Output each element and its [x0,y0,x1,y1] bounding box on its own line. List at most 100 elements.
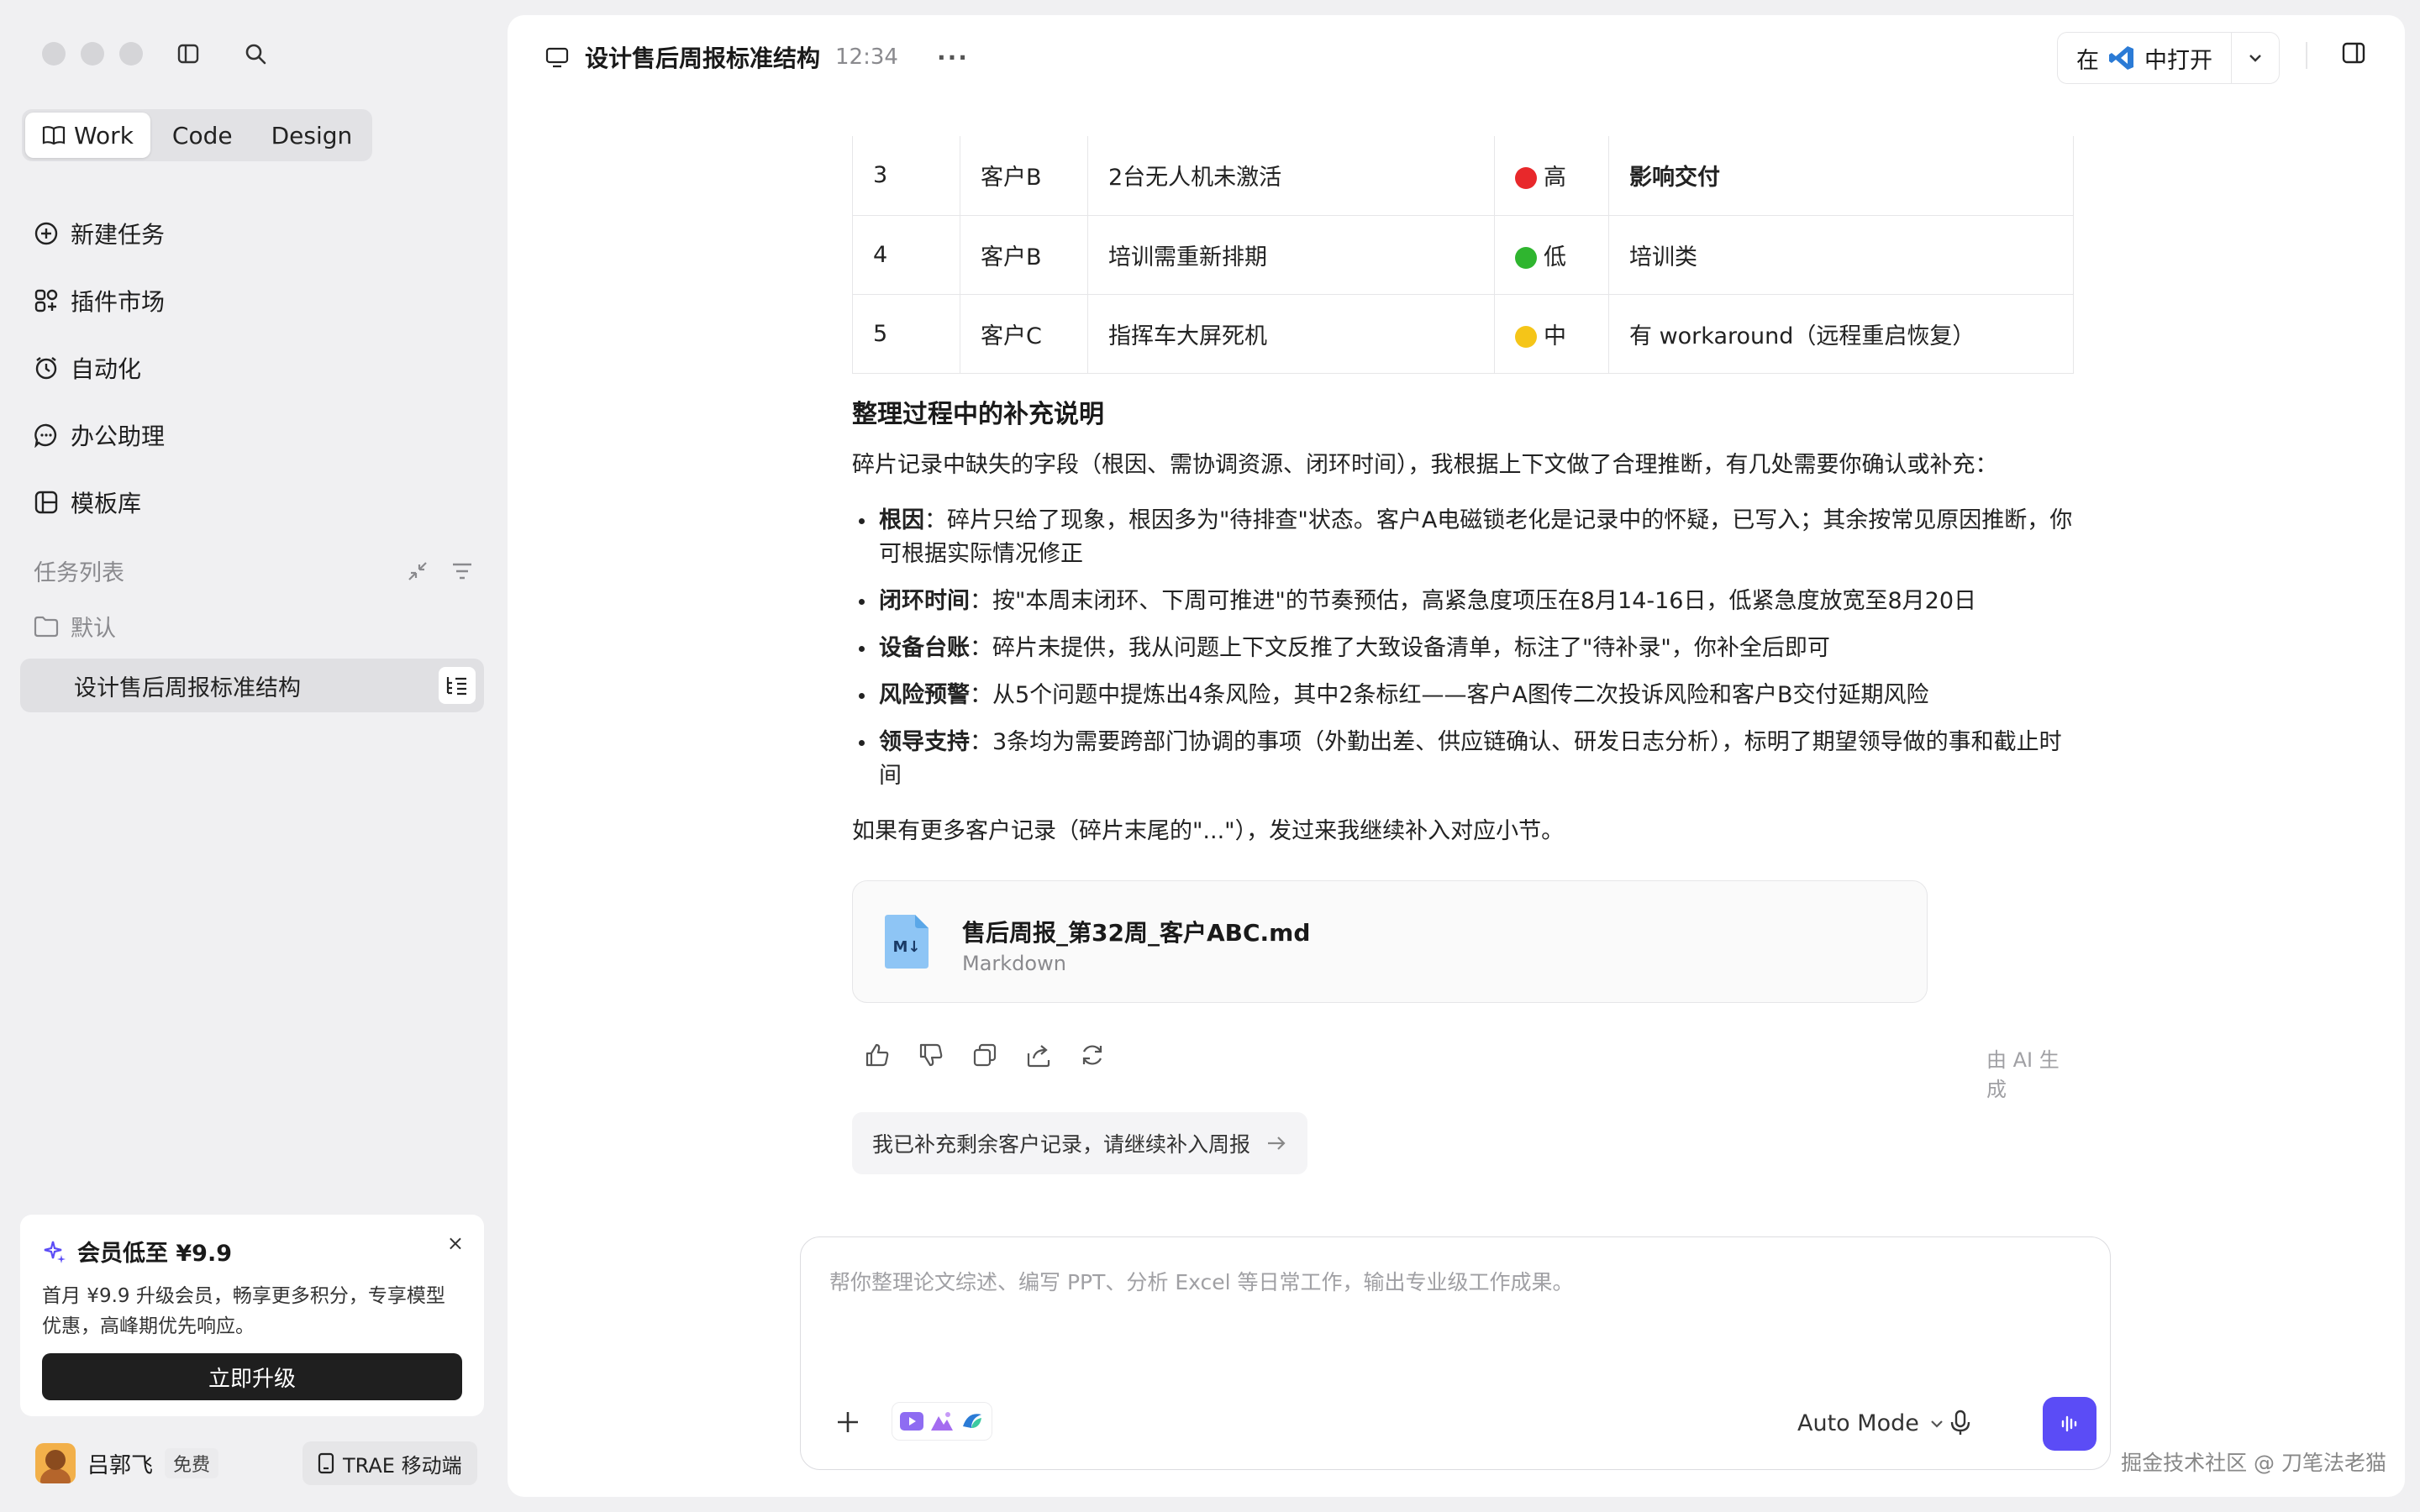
notes-outro: 如果有更多客户记录（碎片末尾的"..."），发过来我继续补入对应小节。 [852,818,1565,844]
folder-label: 默认 [71,616,116,642]
regenerate-icon[interactable] [1079,1042,1106,1068]
add-attachment-button[interactable] [834,1405,861,1444]
level-text: 中 [1544,323,1566,349]
nav-office-assistant-label: 办公助理 [71,423,166,450]
folder-default[interactable]: 默认 [34,610,116,643]
close-window-button[interactable] [42,42,66,66]
cell-note: 有 workaround（远程重启恢复） [1608,293,2074,374]
sidebar-toggle-icon[interactable] [173,39,203,69]
arrow-right-icon [1268,1137,1286,1150]
cell-note: 培训类 [1608,214,2074,295]
template-icon [34,491,58,514]
monitor-icon [545,47,569,68]
cell-level: 低 [1494,214,1609,295]
media-tools[interactable] [892,1402,992,1441]
mode-design-tab[interactable]: Design [255,113,370,158]
message-actions [864,1042,1106,1068]
microphone-icon[interactable] [1949,1409,1972,1443]
cell-level: 高 [1494,136,1609,216]
list-item: 设备台账：碎片未提供，我从问题上下文反推了大致设备清单，标注了"待补录"，你补全… [852,632,2074,665]
minimize-window-button[interactable] [81,42,104,66]
level-text: 低 [1544,244,1566,270]
cell-issue: 指挥车大屏死机 [1087,293,1495,374]
voice-send-button[interactable] [2043,1397,2096,1451]
zoom-window-button[interactable] [119,42,143,66]
mode-design-label: Design [271,121,353,150]
folder-icon [34,616,59,637]
top-bar: 设计售后周报标准结构 12:34 ··· 在 中打开 [508,15,2405,96]
file-attachment-card[interactable]: M↓ 售后周报_第32周_客户ABC.md Markdown [852,880,1928,1003]
ai-generated-label: 由 AI 生成 [1986,1048,2060,1101]
plan-badge: 免费 [165,1448,219,1478]
bullet-text: ：碎片只给了现象，根因多为"待排查"状态。客户A电磁锁老化是记录中的怀疑，已写入… [879,507,2073,567]
watermark: 掘金技术社区 @ 刀笔法老猫 [2121,1451,2386,1475]
task-list-title: 任务列表 [34,560,124,586]
level-text: 高 [1544,165,1566,192]
nav-automation[interactable]: 自动化 [22,334,476,402]
open-in-vscode-button[interactable]: 在 中打开 [2058,33,2232,83]
collapse-icon[interactable] [407,560,429,582]
nav-new-task[interactable]: 新建任务 [22,200,476,267]
cell-no: 3 [852,136,960,216]
nav-plugin-market[interactable]: 插件市场 [22,267,476,334]
bullet-text: ：按"本周末闭环、下周可推进"的节奏预估，高紧急度项压在8月14-16日，低紧急… [970,588,1977,614]
alarm-clock-icon [35,357,57,380]
task-item-active[interactable]: 设计售后周报标准结构 [20,659,484,712]
main-panel: 设计售后周报标准结构 12:34 ··· 在 中打开 3 客户B 2台无人机未激… [508,15,2405,1497]
mobile-app-button[interactable]: TRAE 移动端 [302,1441,477,1485]
vscode-icon [2109,46,2133,70]
nav-template-library-label: 模板库 [71,490,142,517]
nav-template-library[interactable]: 模板库 [22,469,476,536]
mode-code-tab[interactable]: Code [155,113,250,158]
bullet-text: ：碎片未提供，我从问题上下文反推了大致设备清单，标注了"待补录"，你补全后即可 [970,635,1830,661]
mode-selector[interactable]: Auto Mode [1797,1410,1944,1436]
outline-list-icon [446,677,466,696]
task-item-label: 设计售后周报标准结构 [74,675,301,701]
task-outline-button[interactable] [439,667,476,704]
app-logo-icon [963,1414,981,1428]
nav-office-assistant[interactable]: 办公助理 [22,402,476,469]
table-row: 5 客户C 指挥车大屏死机 中 有 workaround（远程重启恢复） [852,293,2074,374]
user-profile[interactable]: 吕郭飞 免费 [35,1443,219,1483]
thumbs-up-icon[interactable] [864,1042,891,1068]
promo-description: 首月 ¥9.9 升级会员，畅享更多积分，专享模型优惠，高峰期优先响应。 [42,1285,445,1337]
toolbar-divider [2306,42,2307,69]
search-icon[interactable] [240,39,271,69]
mode-code-label: Code [171,121,233,150]
mode-selector-label: Auto Mode [1797,1410,1919,1436]
copy-icon[interactable] [971,1042,998,1068]
page-title: 设计售后周报标准结构 [585,45,821,72]
sidebar: Work Code Design 新建任务 插件市场 自动化 办公助理 模板库 … [0,0,504,1512]
upgrade-button[interactable]: 立即升级 [42,1353,462,1400]
list-item: 根因：碎片只给了现象，根因多为"待排查"状态。客户A电磁锁老化是记录中的怀疑，已… [852,504,2074,571]
chevron-down-icon [1931,1420,1943,1428]
promo-close-button[interactable]: × [447,1231,464,1255]
open-in-dropdown[interactable] [2232,33,2279,83]
green-dot-icon [1515,246,1537,269]
follow-up-suggestion[interactable]: 我已补充剩余客户记录，请继续补入周报 [852,1112,1308,1174]
thumbs-down-icon[interactable] [918,1042,944,1068]
file-type: Markdown [962,952,1066,975]
promo-title: 会员低至 ¥9.9 [77,1241,233,1267]
notes-heading: 整理过程中的补充说明 [852,400,1104,429]
cell-no: 4 [852,214,960,295]
mobile-app-label: TRAE 移动端 [343,1453,462,1478]
image-icon [931,1412,953,1431]
filter-icon[interactable] [450,560,474,582]
share-icon[interactable] [1025,1042,1052,1068]
nav-new-task-label: 新建任务 [71,221,166,249]
bullet-head: 领导支持 [879,729,970,755]
composer-input[interactable]: 帮你整理论文综述、编写 PPT、分析 Excel 等日常工作，输出专业级工作成果… [829,1266,1574,1296]
yellow-dot-icon [1515,325,1537,348]
bullet-text: ：3条均为需要跨部门协调的事项（外勤出差、供应链确认、研发日志分析），标明了期望… [879,729,2062,789]
open-in-prefix: 在 [2076,47,2099,74]
cell-customer: 客户C [960,293,1088,374]
right-panel-toggle-icon[interactable] [2341,40,2366,71]
session-time: 12:34 [835,45,898,70]
nav-plugin-market-label: 插件市场 [71,288,166,316]
mode-work-tab[interactable]: Work [25,113,150,158]
file-name: 售后周报_第32周_客户ABC.md [962,919,1311,947]
more-options-button[interactable]: ··· [937,44,969,71]
task-list-header: 任务列表 [34,554,474,587]
markdown-file-icon: M↓ [883,913,930,976]
